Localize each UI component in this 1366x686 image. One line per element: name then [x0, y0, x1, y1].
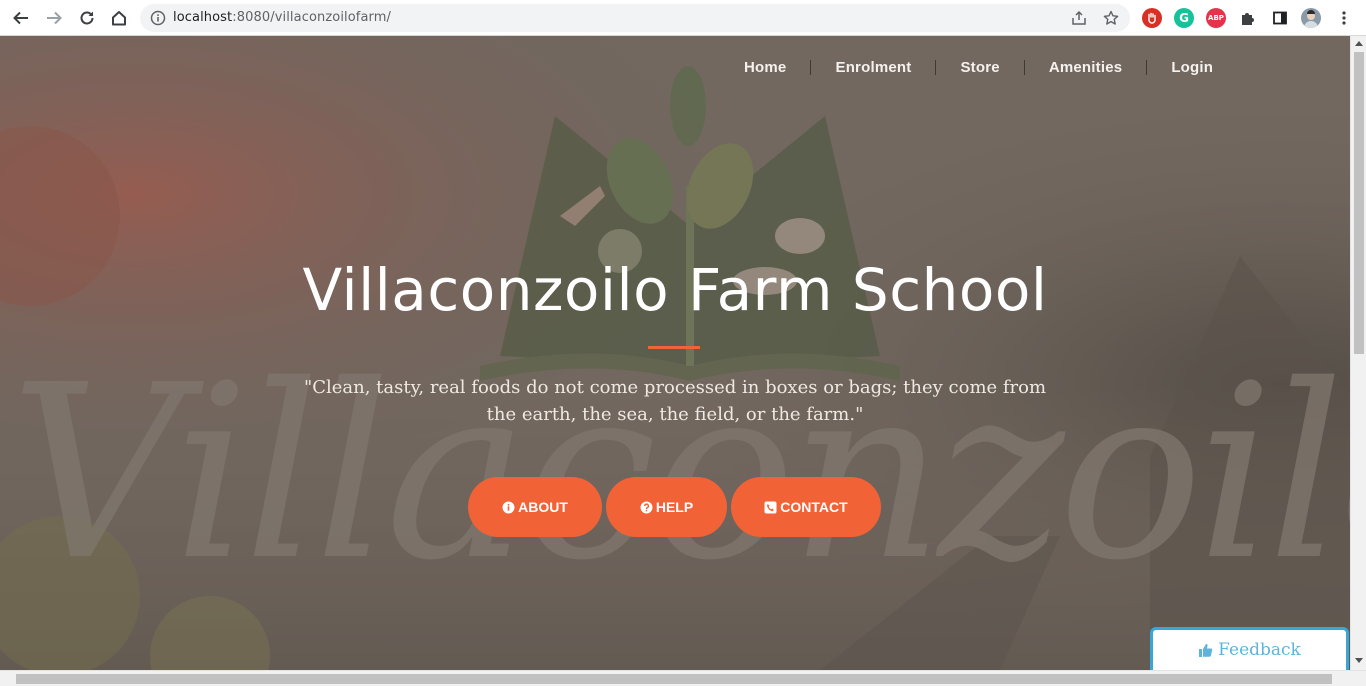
title-underline [648, 346, 700, 349]
feedback-tab[interactable]: Feedback [1150, 627, 1349, 670]
nav-home[interactable]: Home [720, 59, 810, 76]
profile-avatar[interactable] [1301, 8, 1321, 28]
extensions-button[interactable] [1238, 8, 1258, 28]
hero-overlay [0, 36, 1350, 670]
nav-store[interactable]: Store [936, 59, 1023, 76]
contact-button-label: CONTACT [780, 499, 848, 515]
url-host: localhost [173, 10, 233, 25]
help-button-label: HELP [655, 499, 694, 515]
horizontal-scrollbar[interactable] [0, 670, 1366, 686]
browser-toolbar: localhost:8080/villaconzoilofarm/ G ABP [0, 0, 1366, 36]
home-icon [112, 11, 126, 26]
arrow-right-icon [47, 11, 62, 25]
puzzle-icon [1242, 13, 1254, 25]
reload-icon [80, 11, 94, 25]
page-title: Villaconzoilo Farm School [302, 256, 1048, 324]
url-path: :8080/villaconzoilofarm/ [232, 10, 392, 25]
nav-login[interactable]: Login [1147, 59, 1237, 76]
abp-badge: ABP [1208, 14, 1224, 22]
hand-icon [1148, 12, 1156, 24]
main-nav: Home Enrolment Store Amenities Login [720, 56, 1237, 78]
side-panel-button[interactable] [1270, 8, 1290, 28]
page-viewport: Villaconzoilo Home Enrolment Store Ameni… [0, 36, 1350, 670]
question-circle-icon [640, 501, 653, 514]
forward-button[interactable] [42, 6, 66, 30]
chrome-menu-button[interactable] [1334, 8, 1354, 28]
scroll-up-arrow-icon[interactable] [1355, 41, 1363, 46]
adblock-plus-extension-icon[interactable]: ABP [1206, 8, 1226, 28]
arrow-left-icon [13, 11, 28, 25]
kebab-menu-icon [1342, 11, 1346, 25]
quote-line-1: "Clean, tasty, real foods do not come pr… [303, 377, 1047, 398]
grammarly-badge: G [1179, 11, 1189, 25]
quote-line-2: the earth, the sea, the field, or the fa… [486, 404, 864, 425]
reload-button[interactable] [75, 6, 99, 30]
feedback-label: Feedback [1218, 640, 1301, 660]
about-button[interactable]: ABOUT [468, 477, 602, 537]
info-icon[interactable] [150, 10, 166, 26]
scroll-down-arrow-icon[interactable] [1355, 658, 1363, 663]
phone-square-icon [764, 501, 777, 514]
share-icon[interactable] [1071, 10, 1087, 26]
avatar-icon [1304, 10, 1318, 28]
thumbs-up-icon [1199, 643, 1213, 657]
help-button[interactable]: HELP [606, 477, 727, 537]
back-button[interactable] [9, 6, 33, 30]
contact-button[interactable]: CONTACT [731, 477, 881, 537]
horizontal-scroll-thumb[interactable] [16, 674, 1332, 684]
vertical-scroll-thumb[interactable] [1354, 52, 1364, 354]
nav-enrolment[interactable]: Enrolment [811, 59, 935, 76]
ad-blocker-extension-icon[interactable] [1142, 8, 1162, 28]
hero-quote: "Clean, tasty, real foods do not come pr… [300, 374, 1050, 428]
vertical-scrollbar[interactable] [1350, 36, 1366, 670]
nav-amenities[interactable]: Amenities [1025, 59, 1147, 76]
address-bar[interactable]: localhost:8080/villaconzoilofarm/ [140, 4, 1130, 32]
star-icon[interactable] [1103, 10, 1119, 26]
side-panel-icon [1273, 11, 1287, 25]
grammarly-extension-icon[interactable]: G [1174, 8, 1194, 28]
home-button[interactable] [107, 6, 131, 30]
about-button-label: ABOUT [518, 499, 568, 515]
url-text[interactable]: localhost:8080/villaconzoilofarm/ [173, 10, 391, 25]
info-circle-icon [502, 501, 515, 514]
